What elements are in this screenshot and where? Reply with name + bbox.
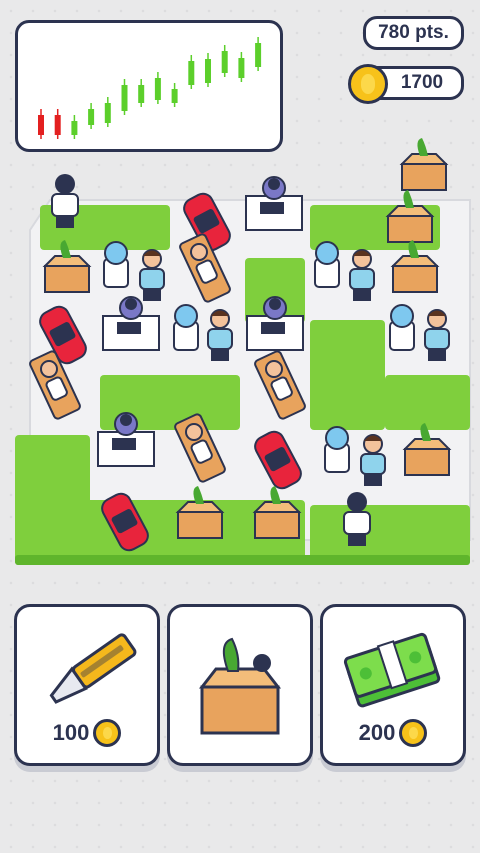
knife-price-label: 100	[52, 720, 90, 745]
knife-price: 100	[17, 719, 157, 747]
coin-icon	[348, 64, 388, 104]
knife-icon	[49, 633, 137, 704]
stock-chart	[38, 37, 262, 139]
candle-body	[188, 61, 195, 85]
stock-chart-panel	[15, 20, 283, 152]
candle-body	[54, 115, 61, 135]
candle-body	[205, 59, 211, 83]
candle-body	[38, 115, 44, 135]
candle-body	[255, 43, 262, 67]
candle-body	[104, 103, 111, 123]
candle-body	[88, 109, 95, 125]
candle-body	[154, 78, 161, 100]
candle-body	[238, 58, 245, 78]
office-box-icon	[198, 637, 282, 735]
coins-label: 1700	[400, 72, 444, 93]
coin-icon	[93, 719, 122, 747]
candle-body	[71, 121, 78, 135]
shop-card-knife[interactable]: 100	[14, 604, 160, 766]
candle-body	[171, 89, 178, 103]
cash-price-label: 200	[358, 720, 396, 745]
shop-card-office-box[interactable]	[167, 604, 313, 766]
coin-icon	[399, 719, 428, 747]
points-label: 780 pts.	[378, 22, 449, 43]
points-counter: 780 pts.	[363, 16, 464, 50]
game-board	[10, 170, 472, 570]
candle-body	[121, 85, 128, 111]
cash-price: 200	[323, 719, 463, 747]
shop-card-cash[interactable]: 200	[320, 604, 466, 766]
cash-icon	[343, 632, 441, 708]
candle-body	[138, 85, 145, 103]
candle-body	[221, 51, 228, 73]
